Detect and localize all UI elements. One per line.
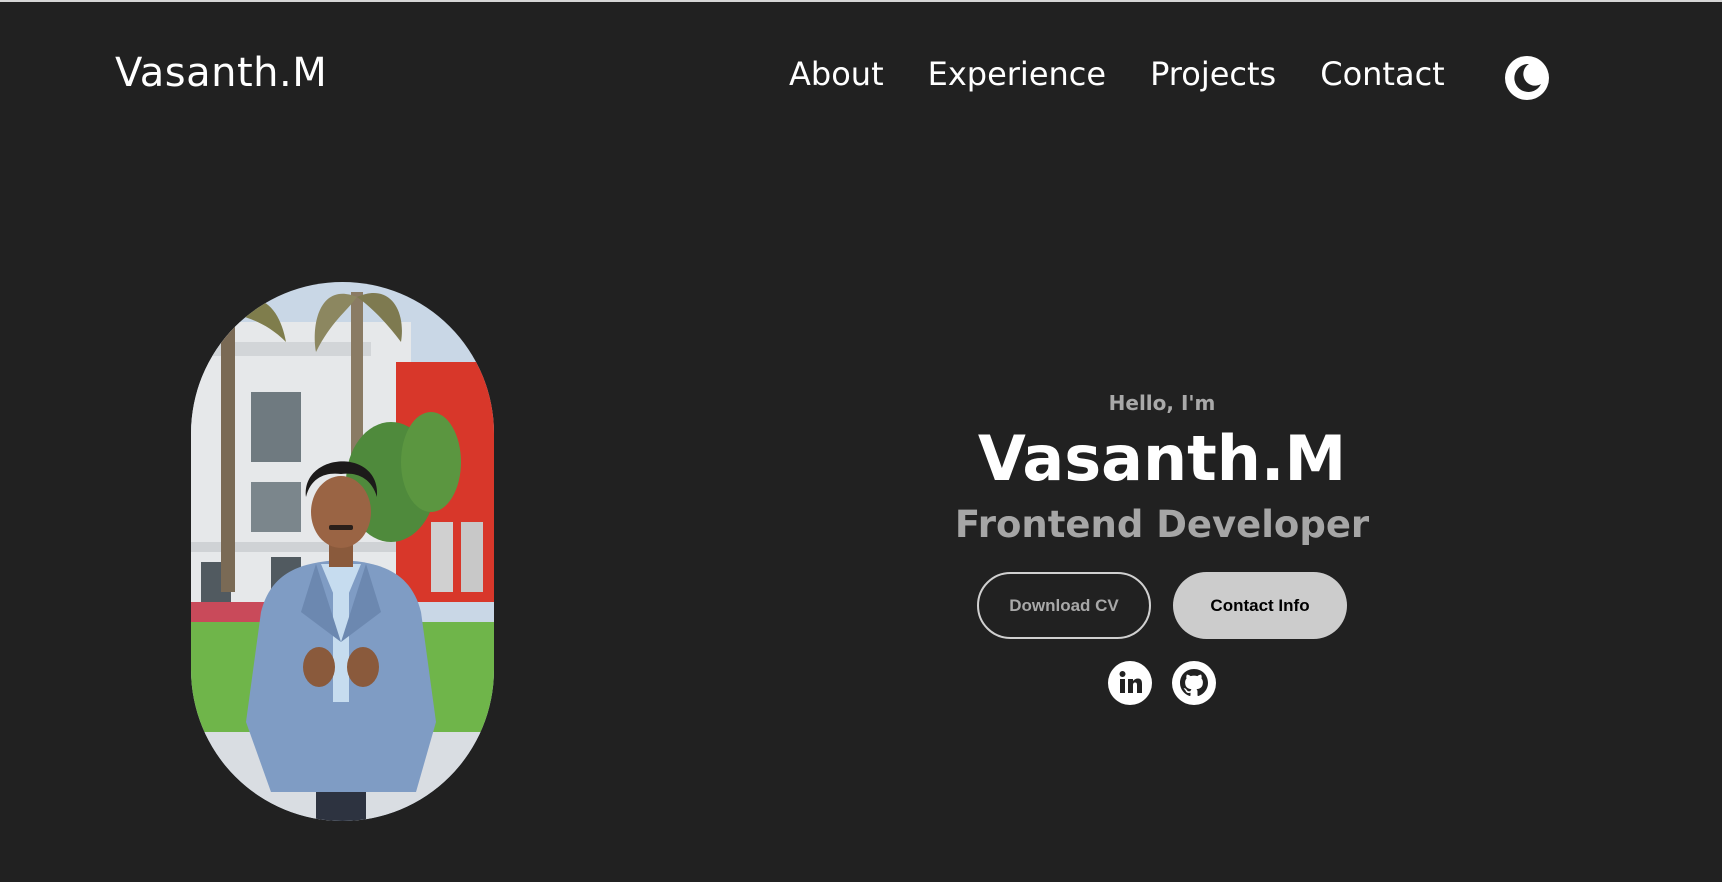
- nav-projects[interactable]: Projects: [1150, 55, 1276, 93]
- top-border: [0, 0, 1722, 2]
- nav-about[interactable]: About: [789, 55, 884, 93]
- download-cv-button[interactable]: Download CV: [977, 572, 1151, 640]
- moon-icon: [1505, 56, 1549, 100]
- contact-info-button[interactable]: Contact Info: [1173, 572, 1347, 640]
- nav-experience[interactable]: Experience: [928, 55, 1106, 93]
- nav-contact[interactable]: Contact: [1320, 55, 1445, 93]
- social-links: [862, 661, 1462, 706]
- site-logo[interactable]: Vasanth.M: [115, 50, 327, 96]
- main-nav: About Experience Projects Contact: [789, 55, 1445, 93]
- hero-buttons: Download CV Contact Info: [862, 572, 1462, 640]
- profile-photo: [191, 282, 494, 821]
- hero-section: Hello, I'm Vasanth.M Frontend Developer …: [862, 385, 1462, 706]
- hero-greeting: Hello, I'm: [1108, 391, 1216, 415]
- hero-role: Frontend Developer: [954, 503, 1370, 547]
- github-icon[interactable]: [1172, 661, 1216, 706]
- hero-name: Vasanth.M: [977, 422, 1347, 495]
- linkedin-icon[interactable]: [1108, 661, 1152, 706]
- theme-toggle-button[interactable]: [1505, 56, 1549, 100]
